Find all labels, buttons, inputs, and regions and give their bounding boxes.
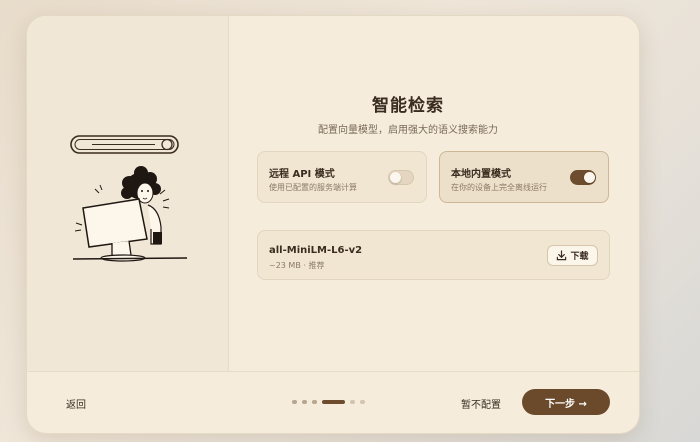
step-dot bbox=[302, 400, 307, 404]
local-builtin-toggle[interactable] bbox=[570, 170, 596, 185]
step-dot bbox=[312, 400, 317, 404]
step-dot bbox=[292, 400, 297, 404]
back-button[interactable]: 返回 bbox=[66, 396, 86, 411]
onboarding-card bbox=[26, 15, 640, 434]
skip-button[interactable]: 暂不配置 bbox=[461, 396, 501, 411]
download-label: 下载 bbox=[570, 252, 589, 262]
download-button[interactable]: 下载 bbox=[547, 245, 598, 266]
model-card: all-MiniLM-L6-v2 ~23 MB · 推荐 下载 bbox=[257, 230, 610, 280]
step-indicator bbox=[292, 400, 365, 404]
mode-description: 使用已配置的服务端计算 bbox=[269, 183, 357, 192]
toggle-knob bbox=[584, 172, 595, 183]
mode-title: 本地内置模式 bbox=[451, 169, 511, 180]
step-dot-current bbox=[322, 400, 345, 404]
model-meta: ~23 MB · 推荐 bbox=[269, 261, 325, 270]
toggle-knob bbox=[390, 172, 401, 183]
illustration-panel bbox=[27, 16, 229, 371]
page-subtitle: 配置向量模型，启用强大的语义搜索能力 bbox=[318, 125, 498, 136]
mode-card-remote-api[interactable]: 远程 API 模式 使用已配置的服务端计算 bbox=[257, 151, 427, 203]
mode-description: 在你的设备上完全离线运行 bbox=[451, 183, 547, 192]
remote-api-toggle[interactable] bbox=[388, 170, 414, 185]
model-name: all-MiniLM-L6-v2 bbox=[269, 245, 363, 256]
mode-title: 远程 API 模式 bbox=[269, 169, 335, 180]
step-dot bbox=[350, 400, 355, 404]
page-title: 智能检索 bbox=[372, 96, 444, 116]
person-at-computer-illustration bbox=[70, 135, 188, 262]
mode-card-local-builtin[interactable]: 本地内置模式 在你的设备上完全离线运行 bbox=[439, 151, 609, 203]
next-button[interactable]: 下一步 → bbox=[522, 389, 610, 415]
download-icon bbox=[557, 250, 567, 261]
step-dot bbox=[360, 400, 365, 404]
